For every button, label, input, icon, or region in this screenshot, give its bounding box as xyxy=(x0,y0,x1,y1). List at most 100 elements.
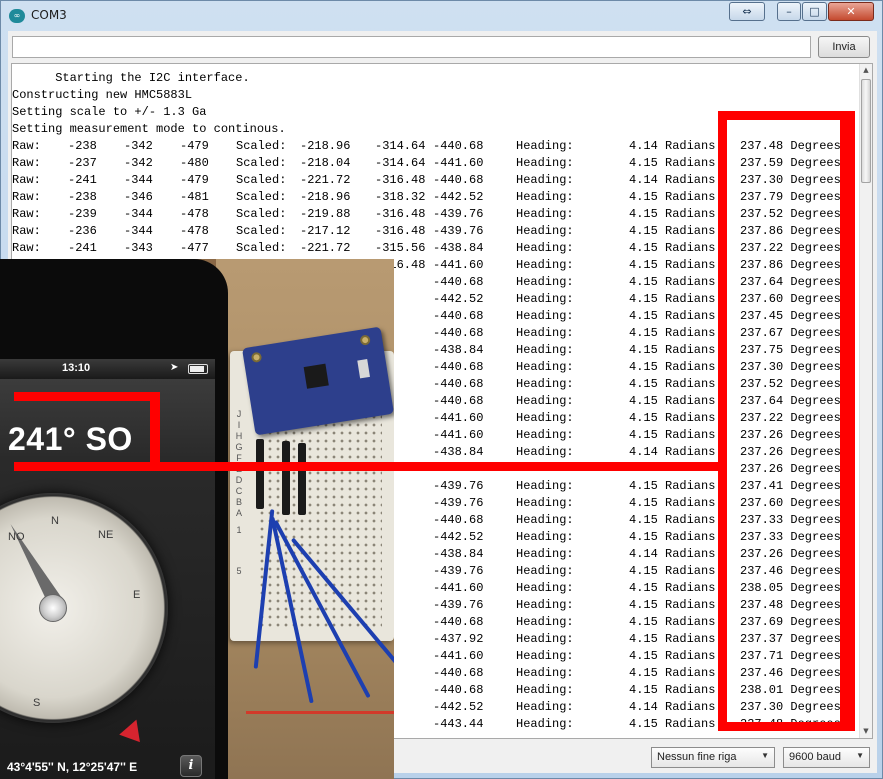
log-cell-raw-0: -238 xyxy=(68,190,97,204)
log-cell-raw-1: -342 xyxy=(124,139,153,153)
log-cell-degrees: 237.26 Degrees xyxy=(740,445,841,459)
send-input[interactable] xyxy=(12,36,811,58)
baud-rate-value: 9600 baud xyxy=(789,751,841,763)
log-cell-scaled-0: -221.72 xyxy=(300,241,351,255)
log-cell-radians: 4.15 Radians xyxy=(629,309,716,323)
title-bar[interactable]: ∞ COM3 ⇔ – □ ✕ xyxy=(1,1,883,31)
log-cell-degrees: 237.30 Degrees xyxy=(740,360,841,374)
log-cell-scaled-label: Scaled: xyxy=(236,224,287,238)
log-cell-scaled-label: Scaled: xyxy=(236,190,287,204)
log-cell-scaled-0: -221.72 xyxy=(300,173,351,187)
log-cell-radians: 4.15 Radians xyxy=(629,496,716,510)
log-cell-scaled-1: -314.64 xyxy=(375,139,426,153)
log-cell-radians: 4.15 Radians xyxy=(629,241,716,255)
log-cell-radians: 4.15 Radians xyxy=(629,564,716,578)
overlay-photo: JIHGFEDCBA15 13:10 ➤ 241° SO NONNESOSESO… xyxy=(0,259,394,779)
log-row: Raw: -241 -344 -479 Scaled: -221.72 -316.48 -44… xyxy=(12,172,860,189)
log-cell-scaled-1: -316.48 xyxy=(375,173,426,187)
compass-dial-letter: N xyxy=(51,515,59,527)
capacitor xyxy=(357,359,370,379)
annotation-bracket-side xyxy=(150,392,160,470)
log-header-line: Setting scale to +/- 1.3 Ga xyxy=(12,105,207,119)
log-cell-raw-0: -239 xyxy=(68,207,97,221)
breadboard-power-rail xyxy=(246,711,394,714)
log-cell-scaled-2: -438.84 xyxy=(433,547,484,561)
annotation-box-top xyxy=(718,111,855,120)
compass-panel: 241° SO NONNESOSESOE 43°4'55'' N, 12°25'… xyxy=(0,379,215,779)
log-cell-scaled-0: -217.12 xyxy=(300,224,351,238)
log-cell-radians: 4.15 Radians xyxy=(629,292,716,306)
info-button[interactable]: i xyxy=(180,755,202,777)
scrollbar-thumb[interactable] xyxy=(861,79,871,183)
vertical-scrollbar[interactable]: ▲ ▼ xyxy=(859,64,872,738)
log-cell-radians: 4.14 Radians xyxy=(629,547,716,561)
log-cell-heading-label: Heading: xyxy=(516,717,574,731)
breadboard-letter: J xyxy=(236,409,242,419)
breadboard-letter: B xyxy=(235,497,242,507)
log-cell-scaled-2: -441.60 xyxy=(433,581,484,595)
log-cell-raw-label: Raw: xyxy=(12,241,41,255)
log-cell-radians: 4.15 Radians xyxy=(629,394,716,408)
log-cell-radians: 4.14 Radians xyxy=(629,700,716,714)
log-cell-scaled-2: -440.68 xyxy=(433,683,484,697)
log-cell-degrees: 238.01 Degrees xyxy=(740,683,841,697)
log-cell-scaled-0: -218.04 xyxy=(300,156,351,170)
log-cell-heading-label: Heading: xyxy=(516,530,574,544)
log-cell-raw-label: Raw: xyxy=(12,224,41,238)
minimize-button[interactable]: – xyxy=(777,2,801,21)
log-cell-degrees: 237.69 Degrees xyxy=(740,615,841,629)
maximize-button[interactable]: □ xyxy=(802,2,827,21)
log-cell-radians: 4.15 Radians xyxy=(629,343,716,357)
log-cell-degrees: 237.67 Degrees xyxy=(740,326,841,340)
log-cell-scaled-2: -437.92 xyxy=(433,632,484,646)
log-cell-degrees: 237.86 Degrees xyxy=(740,258,841,272)
send-button[interactable]: Invia xyxy=(818,36,870,58)
log-cell-radians: 4.15 Radians xyxy=(629,717,716,731)
chevron-down-icon: ▼ xyxy=(761,751,769,760)
close-button[interactable]: ✕ xyxy=(828,2,874,21)
log-cell-degrees: 237.86 Degrees xyxy=(740,224,841,238)
log-cell-scaled-2: -441.60 xyxy=(433,428,484,442)
log-header-line: Starting the I2C interface. xyxy=(12,71,250,85)
log-cell-scaled-2: -439.76 xyxy=(433,564,484,578)
north-marker-icon xyxy=(119,715,147,743)
log-cell-degrees: 237.60 Degrees xyxy=(740,292,841,306)
log-cell-degrees: 237.46 Degrees xyxy=(740,564,841,578)
log-cell-degrees: 237.48 Degrees xyxy=(740,139,841,153)
log-cell-heading-label: Heading: xyxy=(516,428,574,442)
log-cell-raw-1: -346 xyxy=(124,190,153,204)
log-cell-degrees: 237.33 Degrees xyxy=(740,513,841,527)
log-cell-raw-2: -478 xyxy=(180,207,209,221)
log-cell-radians: 4.15 Radians xyxy=(629,258,716,272)
log-cell-raw-0: -238 xyxy=(68,139,97,153)
log-cell-degrees: 237.26 Degrees xyxy=(740,547,841,561)
log-cell-heading-label: Heading: xyxy=(516,683,574,697)
log-cell-heading-label: Heading: xyxy=(516,343,574,357)
log-cell-scaled-2: -438.84 xyxy=(433,445,484,459)
heading-readout: 241° SO xyxy=(8,421,133,457)
scroll-down-icon[interactable]: ▼ xyxy=(860,725,872,738)
gps-coordinates: 43°4'55'' N, 12°25'47'' E xyxy=(7,760,138,774)
scroll-up-icon[interactable]: ▲ xyxy=(860,64,872,77)
compass-dial-letter: NE xyxy=(98,529,114,541)
line-ending-select[interactable]: Nessun fine riga ▼ xyxy=(651,747,775,768)
log-cell-radians: 4.15 Radians xyxy=(629,632,716,646)
log-cell-raw-2: -480 xyxy=(180,156,209,170)
log-cell-heading-label: Heading: xyxy=(516,615,574,629)
log-cell-degrees: 237.52 Degrees xyxy=(740,377,841,391)
log-cell-heading-label: Heading: xyxy=(516,564,574,578)
log-row: Raw: -238 -346 -481 Scaled: -218.96 -318.32 -44… xyxy=(12,189,860,206)
baud-rate-select[interactable]: 9600 baud ▼ xyxy=(783,747,870,768)
log-cell-radians: 4.15 Radians xyxy=(629,683,716,697)
log-cell-scaled-2: -438.84 xyxy=(433,343,484,357)
compass-dial-letter: NO xyxy=(8,531,25,543)
wire xyxy=(282,441,290,515)
log-cell-heading-label: Heading: xyxy=(516,224,574,238)
log-cell-scaled-label: Scaled: xyxy=(236,139,287,153)
wire xyxy=(256,439,264,509)
breadboard-letter: I xyxy=(237,420,241,430)
log-cell-degrees: 237.45 Degrees xyxy=(740,309,841,323)
restore-icon[interactable]: ⇔ xyxy=(729,2,765,21)
log-cell-heading-label: Heading: xyxy=(516,275,574,289)
log-cell-heading-label: Heading: xyxy=(516,326,574,340)
